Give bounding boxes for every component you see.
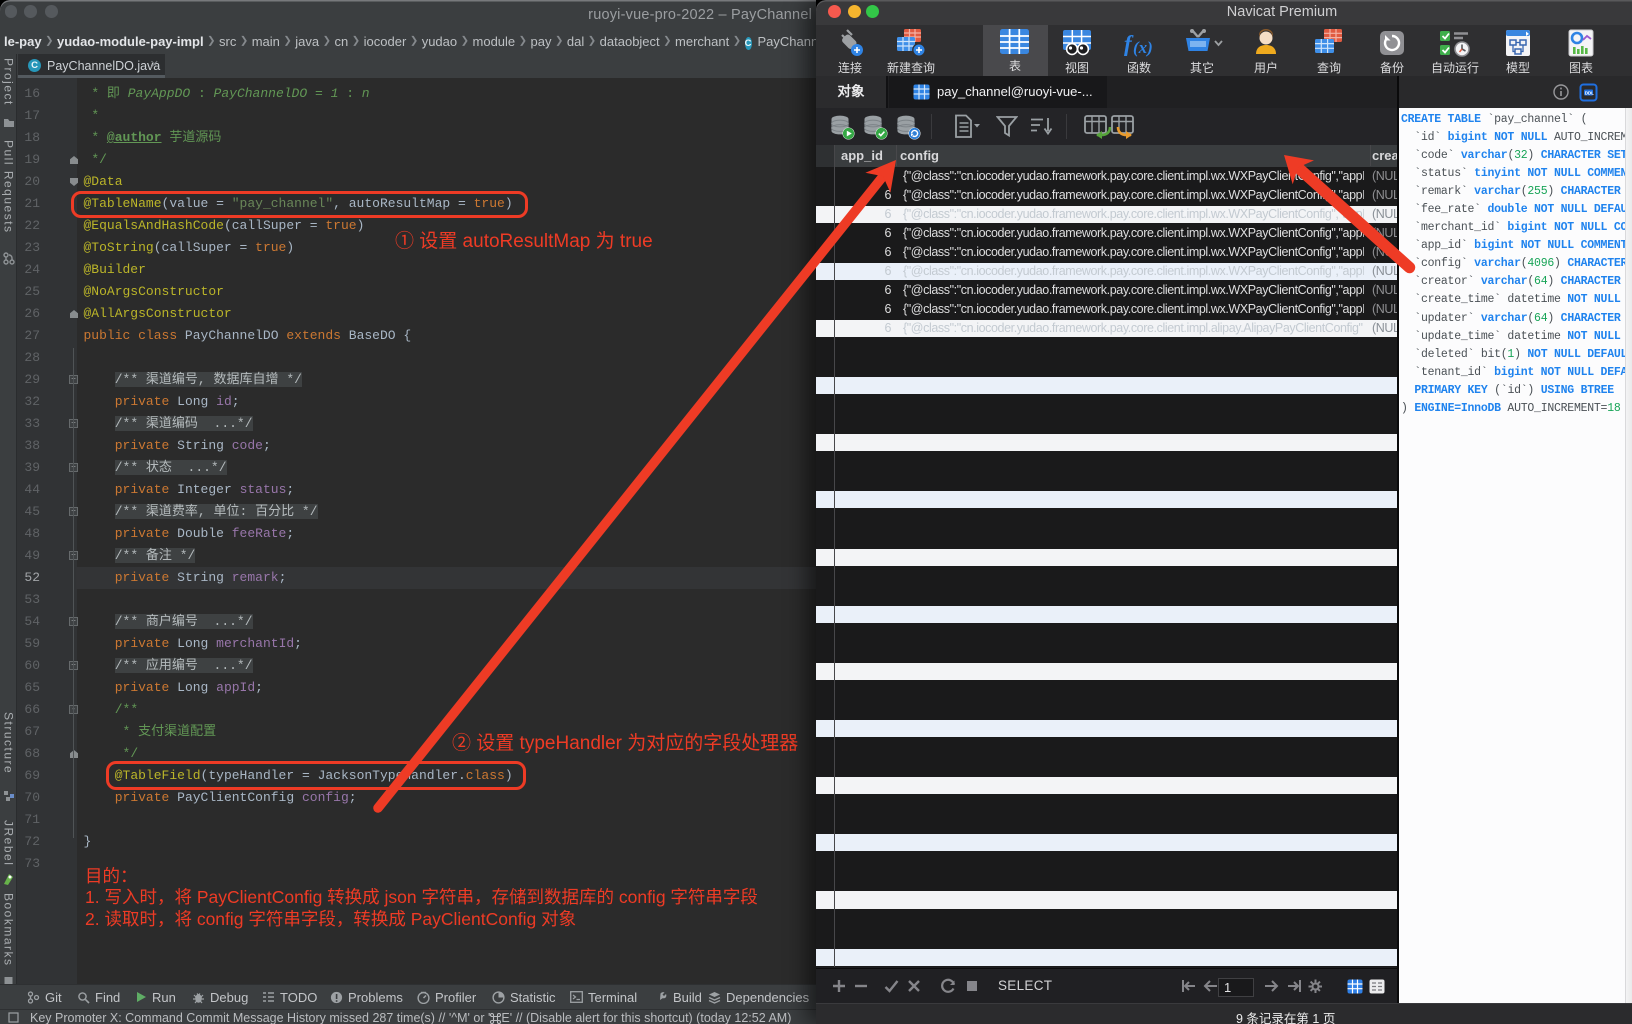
svg-text:DDL: DDL [1585, 90, 1594, 95]
svg-text:(x): (x) [1133, 38, 1153, 57]
